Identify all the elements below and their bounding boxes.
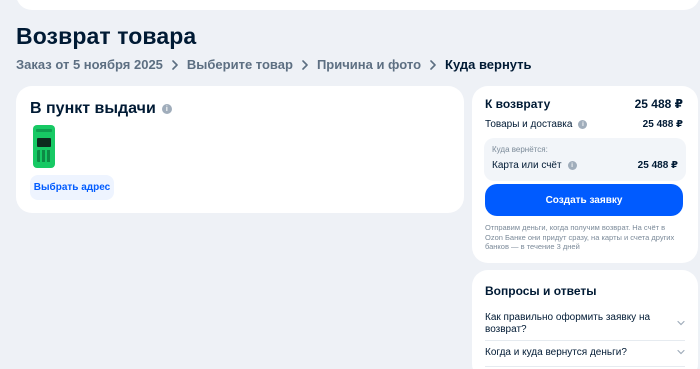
faq-item-how-to-return[interactable]: Как правильно оформить заявку на возврат…: [485, 310, 685, 338]
refund-total-amount: 25 488 ₽: [634, 97, 683, 111]
choose-address-button[interactable]: Выбрать адрес: [30, 175, 114, 200]
faq-divider: [485, 366, 685, 367]
product-thumbnail-screen: [37, 138, 51, 147]
faq-item-when-money[interactable]: Когда и куда вернутся деньги?: [485, 347, 685, 359]
refund-total-row: К возврату 25 488 ₽: [485, 97, 683, 111]
goods-delivery-amount: 25 488 ₽: [642, 119, 683, 130]
refund-method-box: Куда вернётся: Карта или счёт i 25 488 ₽: [484, 138, 686, 181]
page-title: Возврат товара: [16, 23, 197, 49]
product-thumbnail-keys: [37, 150, 51, 162]
breadcrumb-reason-photo[interactable]: Причина и фото: [317, 57, 421, 72]
product-thumbnail-strip: [36, 129, 52, 132]
chevron-down-icon: [677, 347, 685, 359]
breadcrumb-where-return: Куда вернуть: [445, 57, 532, 72]
info-icon[interactable]: i: [578, 120, 588, 129]
goods-delivery-row: Товары и доставка i 25 488 ₽: [485, 119, 683, 130]
refund-total-label: К возврату: [485, 97, 551, 111]
goods-delivery-label: Товары и доставка: [485, 119, 573, 130]
product-thumbnail[interactable]: [33, 125, 55, 168]
faq-question: Когда и куда вернутся деньги?: [485, 347, 627, 358]
refund-note: Отправим деньги, когда получим возврат. …: [485, 223, 675, 251]
faq-title: Вопросы и ответы: [485, 284, 597, 298]
goods-delivery-label-wrap: Товары и доставка i: [485, 119, 588, 130]
breadcrumb: Заказ от 5 ноября 2025 Выберите товар Пр…: [16, 57, 532, 72]
faq-divider: [485, 340, 685, 341]
create-request-button[interactable]: Создать заявку: [485, 184, 683, 216]
pickup-title-row: В пункт выдачи i: [30, 100, 172, 118]
breadcrumb-choose-item[interactable]: Выберите товар: [187, 57, 293, 72]
refund-method-row: Карта или счёт i 25 488 ₽: [492, 160, 678, 171]
faq-question: Как правильно оформить заявку на возврат…: [485, 312, 651, 335]
info-icon[interactable]: i: [567, 161, 577, 170]
chevron-right-icon: [429, 59, 437, 70]
refund-destination-label: Куда вернётся:: [492, 145, 548, 154]
chevron-right-icon: [301, 59, 309, 70]
top-card-edge: [16, 0, 700, 10]
pickup-title: В пункт выдачи: [30, 100, 156, 117]
info-icon[interactable]: i: [161, 104, 172, 114]
breadcrumb-order[interactable]: Заказ от 5 ноября 2025: [16, 57, 163, 72]
refund-method-label-wrap: Карта или счёт i: [492, 160, 577, 171]
chevron-right-icon: [171, 59, 179, 70]
refund-method-label: Карта или счёт: [492, 160, 562, 171]
chevron-down-icon: [677, 318, 685, 330]
refund-method-amount: 25 488 ₽: [637, 160, 678, 171]
refund-summary-card: К возврату 25 488 ₽ Товары и доставка i …: [472, 86, 698, 263]
